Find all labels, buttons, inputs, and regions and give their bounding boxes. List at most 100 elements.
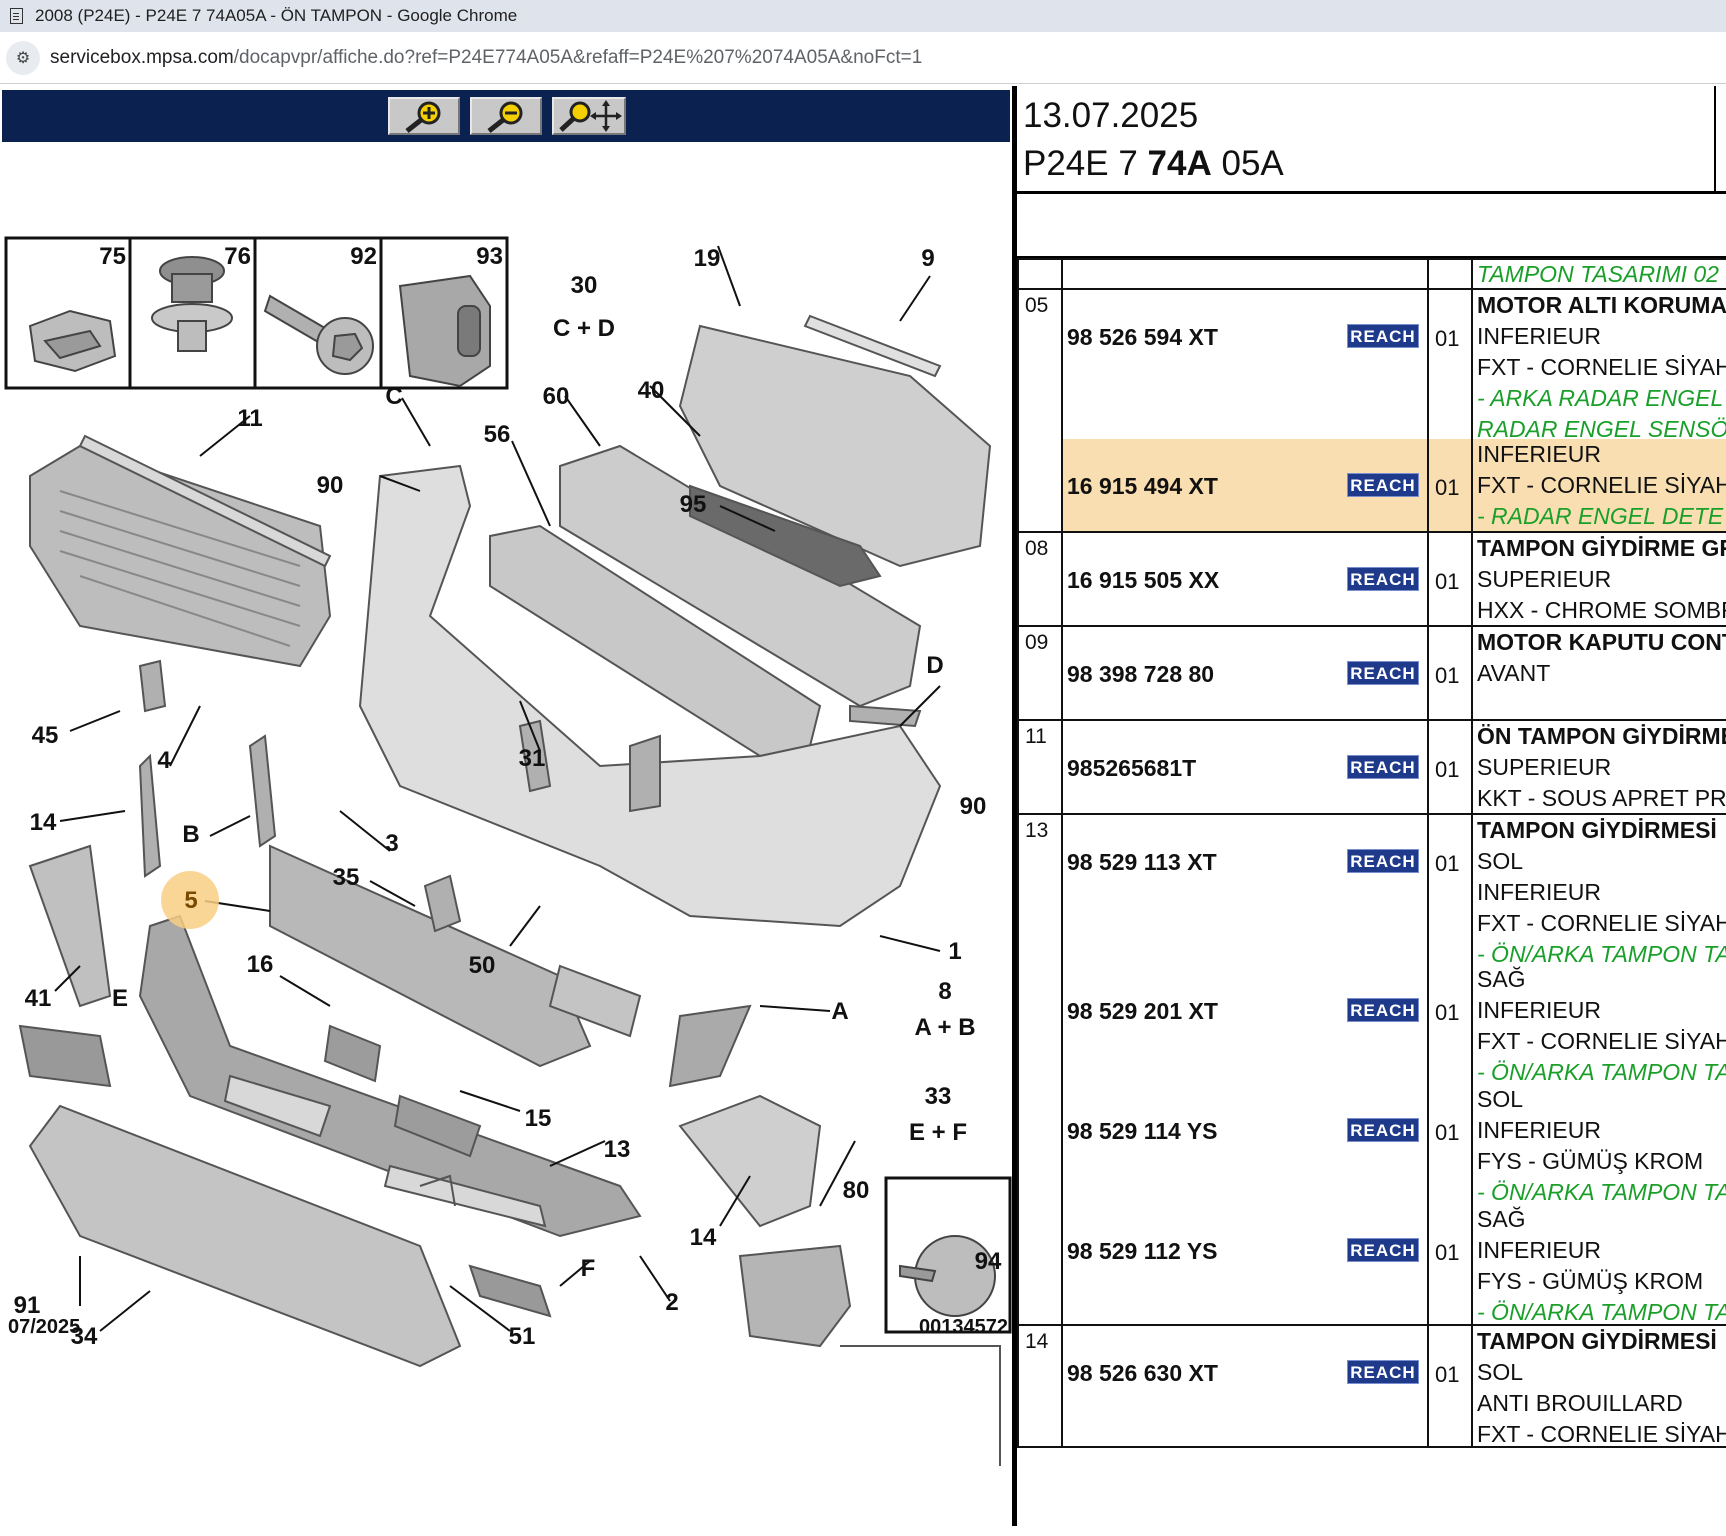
callout-label[interactable]: 14 bbox=[690, 1224, 717, 1251]
diagram-date-code: 07/2025 bbox=[8, 1316, 80, 1338]
group-title: TAMPON GİYDİRMESİ bbox=[1477, 817, 1717, 843]
callout-label[interactable]: 95 bbox=[680, 491, 707, 518]
part-number[interactable]: 98 529 112 YS bbox=[1067, 1238, 1218, 1265]
reach-badge[interactable]: REACH bbox=[1347, 849, 1419, 873]
part-entry[interactable]: 16 915 494 XT REACH bbox=[1063, 439, 1427, 531]
part-cell: 98 529 113 XT REACH 98 529 201 XT REACH 98 5… bbox=[1061, 813, 1429, 1326]
callout-label[interactable]: 3 bbox=[385, 830, 398, 857]
reach-badge[interactable]: REACH bbox=[1347, 1238, 1419, 1262]
callout-label[interactable]: 4 bbox=[157, 747, 171, 774]
table-row[interactable]: 13 98 529 113 XT REACH 98 529 201 XT REACH 98… bbox=[1017, 813, 1726, 1326]
callout-label[interactable]: 41 bbox=[25, 985, 52, 1012]
callout-label[interactable]: 1 bbox=[948, 938, 961, 965]
callout-label[interactable]: 9 bbox=[921, 245, 934, 272]
callout-label[interactable]: 19 bbox=[694, 245, 721, 272]
part-number[interactable]: 985265681T bbox=[1067, 755, 1196, 782]
zoom-pan-button[interactable] bbox=[552, 97, 626, 135]
reach-badge[interactable]: REACH bbox=[1347, 324, 1419, 348]
part-number[interactable]: 98 526 594 XT bbox=[1067, 324, 1218, 351]
part-entry[interactable]: 98 529 113 XT REACH bbox=[1063, 815, 1427, 964]
document-date: 13.07.2025 bbox=[1023, 96, 1199, 135]
table-row[interactable]: 11 985265681T REACH 01 ÖN TAMPON GİYDİRME SUP… bbox=[1017, 719, 1726, 815]
callout-label[interactable]: C + D bbox=[553, 315, 615, 342]
part-description-line: FXT - CORNELIE SİYAH bbox=[1477, 472, 1726, 498]
callout-label[interactable]: 14 bbox=[30, 809, 57, 836]
callout-label[interactable]: 8 bbox=[938, 978, 951, 1005]
desc-cell: TAMPON GİYDİRME GR SUPERIEUR HXX - CHROME … bbox=[1471, 531, 1726, 627]
part-entry[interactable]: 98 526 630 XT REACH bbox=[1063, 1326, 1427, 1446]
part-number[interactable]: 98 529 201 XT bbox=[1067, 998, 1218, 1025]
callout-label[interactable]: 5 bbox=[184, 887, 197, 914]
callout-label[interactable]: 35 bbox=[333, 864, 360, 891]
zoom-in-button[interactable] bbox=[388, 97, 460, 135]
callout-label[interactable]: E + F bbox=[909, 1119, 967, 1146]
part-description-line: SOL bbox=[1477, 1086, 1524, 1112]
qty-entry: 01 bbox=[1429, 1084, 1471, 1204]
zoom-in-icon bbox=[405, 101, 441, 133]
callout-label[interactable]: 31 bbox=[519, 745, 546, 772]
callout-label[interactable]: A + B bbox=[914, 1014, 975, 1041]
part-number[interactable]: 16 915 505 XX bbox=[1067, 567, 1219, 594]
part-number[interactable]: 98 526 630 XT bbox=[1067, 1360, 1218, 1387]
callout-label[interactable]: 45 bbox=[32, 722, 59, 749]
part-number[interactable]: 16 915 494 XT bbox=[1067, 473, 1218, 500]
callout-label[interactable]: 51 bbox=[509, 1323, 536, 1350]
part-entry[interactable]: 98 398 728 80 REACH bbox=[1063, 627, 1427, 719]
site-info-icon[interactable]: ⚙ bbox=[6, 40, 40, 75]
part-number[interactable]: 98 529 114 YS bbox=[1067, 1118, 1218, 1145]
callout-label[interactable]: 30 bbox=[571, 272, 598, 299]
header-desc-cell: TAMPON TASARIMI 02 bbox=[1471, 258, 1726, 290]
callout-label[interactable]: F bbox=[581, 1255, 596, 1282]
description-entry: SOL ANTI BROUILLARD FXT - CORNELIE SİYAH bbox=[1473, 1357, 1726, 1447]
reach-badge[interactable]: REACH bbox=[1347, 567, 1419, 591]
part-entry[interactable]: 98 529 114 YS REACH bbox=[1063, 1084, 1427, 1204]
address-bar[interactable]: ⚙ servicebox.mpsa.com/docapvpr/affiche.d… bbox=[0, 32, 1726, 84]
callout-label[interactable]: E bbox=[112, 985, 128, 1012]
callout-label[interactable]: 56 bbox=[484, 421, 511, 448]
part-entry[interactable]: 16 915 505 XX REACH bbox=[1063, 533, 1427, 625]
part-entry[interactable]: 98 526 594 XT REACH bbox=[1063, 290, 1427, 439]
callout-label[interactable]: 15 bbox=[525, 1105, 552, 1132]
reach-badge[interactable]: REACH bbox=[1347, 1118, 1419, 1142]
callout-label[interactable]: B bbox=[182, 821, 199, 848]
exploded-parts-diagram[interactable]: 19 930C + DC 60 401156909545D4 319014 B 315355… bbox=[0, 146, 1012, 1466]
part-entry[interactable]: 98 529 201 XT REACH bbox=[1063, 964, 1427, 1084]
part-number[interactable]: 98 529 113 XT bbox=[1067, 849, 1217, 876]
reach-badge[interactable]: REACH bbox=[1347, 755, 1419, 779]
qty-entry: 01 bbox=[1429, 533, 1471, 625]
reach-badge[interactable]: REACH bbox=[1347, 1360, 1419, 1384]
callout-label[interactable]: C bbox=[385, 383, 402, 410]
part-number[interactable]: 98 398 728 80 bbox=[1067, 661, 1214, 688]
table-row[interactable]: 09 98 398 728 80 REACH 01 MOTOR KAPUTU CONT A… bbox=[1017, 625, 1726, 721]
table-row[interactable]: 05 98 526 594 XT REACH 16 915 494 XT REACH 01… bbox=[1017, 288, 1726, 533]
callout-label[interactable]: 60 bbox=[543, 383, 570, 410]
table-row[interactable]: 14 98 526 630 XT REACH 01 TAMPON GİYDİRMESİ S… bbox=[1017, 1324, 1726, 1448]
callout-label[interactable]: 90 bbox=[317, 472, 344, 499]
callout-label[interactable]: 80 bbox=[843, 1177, 870, 1204]
callout-label[interactable]: 2 bbox=[665, 1289, 678, 1316]
callout-label[interactable]: 11 bbox=[237, 405, 262, 432]
quantity: 01 bbox=[1435, 1120, 1460, 1145]
part-description-line: SAĞ bbox=[1477, 966, 1526, 992]
part-description-line: INFERIEUR bbox=[1477, 1237, 1601, 1263]
callout-label[interactable]: 91 bbox=[14, 1292, 41, 1319]
part-description-line: FXT - CORNELIE SİYAH bbox=[1477, 1028, 1726, 1054]
callout-label[interactable]: A bbox=[831, 998, 848, 1025]
table-row[interactable]: 08 16 915 505 XX REACH 01 TAMPON GİYDİRME GR… bbox=[1017, 531, 1726, 627]
callout-label[interactable]: 13 bbox=[604, 1136, 631, 1163]
part-entry[interactable]: 98 529 112 YS REACH bbox=[1063, 1204, 1427, 1324]
callout-label[interactable]: 50 bbox=[469, 952, 496, 979]
callout-label[interactable]: 16 bbox=[247, 951, 274, 978]
callout-label[interactable]: 40 bbox=[638, 377, 665, 404]
callout-label[interactable]: 94 bbox=[975, 1248, 1002, 1275]
callout-label[interactable]: D bbox=[926, 652, 943, 679]
group-ref: 08 bbox=[1017, 531, 1063, 627]
callout-label[interactable]: 90 bbox=[960, 793, 987, 820]
reach-badge[interactable]: REACH bbox=[1347, 473, 1419, 497]
reach-badge[interactable]: REACH bbox=[1347, 998, 1419, 1022]
zoom-out-button[interactable] bbox=[470, 97, 542, 135]
reach-badge[interactable]: REACH bbox=[1347, 661, 1419, 685]
callout-label[interactable]: 33 bbox=[925, 1083, 952, 1110]
url-text[interactable]: servicebox.mpsa.com/docapvpr/affiche.do?… bbox=[50, 47, 922, 69]
part-entry[interactable]: 985265681T REACH bbox=[1063, 721, 1427, 813]
